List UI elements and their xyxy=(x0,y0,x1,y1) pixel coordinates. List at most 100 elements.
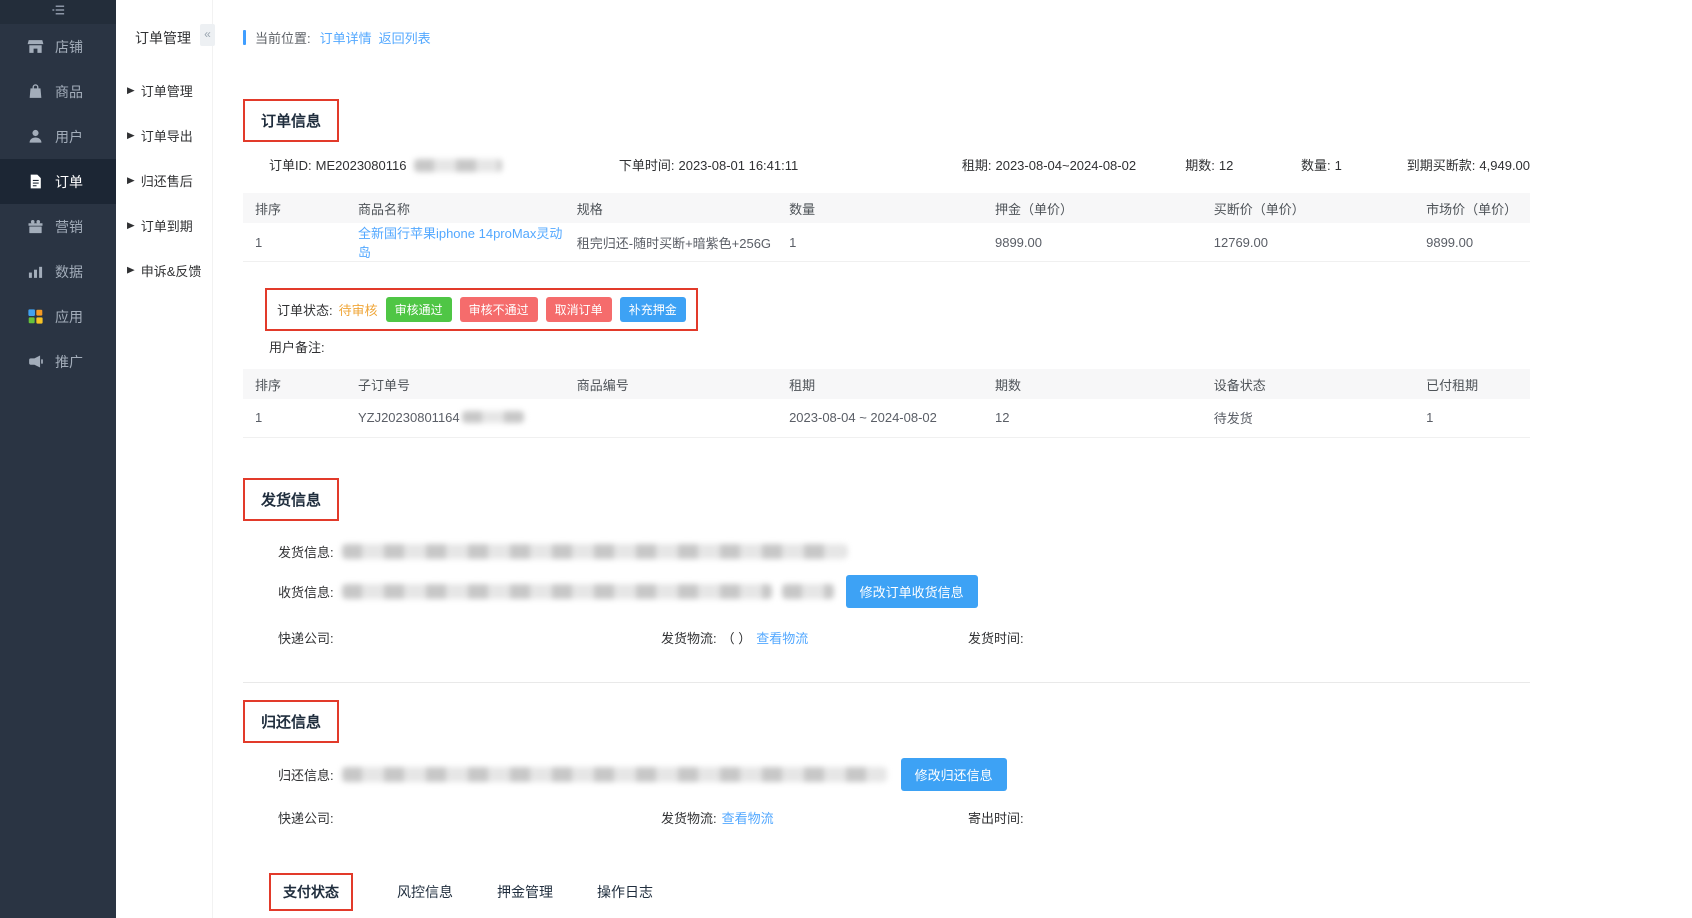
submenu-item-label: 订单到期 xyxy=(140,219,193,234)
view-logistics-link[interactable]: 查看物流 xyxy=(722,808,774,827)
ship-info-row: 发货信息: xyxy=(278,542,1530,561)
column-header: 商品名称 xyxy=(345,193,565,223)
edit-return-info-button[interactable]: 修改归还信息 xyxy=(900,757,1007,791)
sidebar-item-label: 店铺 xyxy=(55,38,83,55)
caret-right-icon: ▶ xyxy=(127,85,135,96)
submenu-item-label: 申诉&反馈 xyxy=(140,264,202,279)
return-logistics-label: 发货物流: xyxy=(661,810,717,826)
approve-button[interactable]: 审核通过 xyxy=(385,297,452,322)
sidebar-item-apps[interactable]: 应用 xyxy=(0,294,116,339)
buyout-amount: 到期买断款: 4,949.00 xyxy=(1407,155,1530,174)
data-icon xyxy=(26,263,44,281)
view-logistics-link[interactable]: 查看物流 xyxy=(756,628,808,647)
redacted-return-info xyxy=(341,766,887,782)
submenu-item-order-expire[interactable]: ▶ 订单到期 xyxy=(116,203,212,248)
suborder-table-row: 1 YZJ20230801164 2023-08-04 ~ 2024-08-02… xyxy=(243,399,1530,438)
column-header: 买断价（单价） xyxy=(1201,193,1415,223)
submenu-item-return-aftersale[interactable]: ▶ 归还售后 xyxy=(116,158,212,203)
sidebar-item-label: 数据 xyxy=(55,263,83,280)
sidebar-item-label: 营销 xyxy=(55,218,83,235)
add-deposit-button[interactable]: 补充押金 xyxy=(619,297,686,322)
column-header: 期数 xyxy=(982,369,1202,399)
cell-sort: 1 xyxy=(243,223,346,262)
sidebar-item-marketing[interactable]: 营销 xyxy=(0,204,116,249)
column-header: 数量 xyxy=(777,193,983,223)
main-sidebar: 店铺 商品 用户 订单 营销 数据 应用 推广 xyxy=(0,0,116,918)
order-time-label: 下单时间: xyxy=(618,158,675,173)
sidebar-item-users[interactable]: 用户 xyxy=(0,114,116,159)
breadcrumb-prefix: 当前位置: xyxy=(255,31,311,46)
apps-icon xyxy=(26,308,44,326)
ship-logistics-row: 快递公司: 发货物流: （ ） 查看物流 发货时间: xyxy=(278,628,1530,647)
cell-market-price: 9899.00 xyxy=(1414,223,1530,262)
column-header: 市场价（单价） xyxy=(1414,193,1530,223)
order-time-value: 2023-08-01 16:41:11 xyxy=(678,158,799,173)
tab-deposit-manage[interactable]: 押金管理 xyxy=(497,882,553,902)
redacted-receive-info xyxy=(341,583,772,599)
cell-sort: 1 xyxy=(243,399,346,438)
promotion-icon xyxy=(26,353,44,371)
ship-time-label: 发货时间: xyxy=(968,630,1024,646)
lease-period-value: 2023-08-04~2024-08-02 xyxy=(995,158,1137,173)
cell-product-code xyxy=(564,399,778,438)
sidebar-item-shop[interactable]: 店铺 xyxy=(0,24,116,69)
redacted-receive-info-extra xyxy=(781,583,834,599)
goods-icon xyxy=(26,83,44,101)
period-count: 期数: 12 xyxy=(1185,155,1301,174)
product-table: 排序 商品名称 规格 数量 押金（单价） 买断价（单价） 市场价（单价） 1 全… xyxy=(243,193,1530,262)
ship-logistics-value: （ ） xyxy=(721,630,752,646)
receive-info-row: 收货信息: 修改订单收货信息 xyxy=(278,574,1530,608)
user-icon xyxy=(26,128,44,146)
buyout-amount-value: 4,949.00 xyxy=(1479,158,1531,173)
submenu-title: 订单管理 xyxy=(135,30,191,46)
breadcrumb-current-link[interactable]: 订单详情 xyxy=(320,28,372,47)
sidebar-item-label: 用户 xyxy=(55,128,83,145)
submenu-item-order-export[interactable]: ▶ 订单导出 xyxy=(116,113,212,158)
order-id-value: ME2023080116 xyxy=(315,158,407,173)
submenu-item-order-manage[interactable]: ▶ 订单管理 xyxy=(116,68,212,113)
cancel-order-button[interactable]: 取消订单 xyxy=(545,297,612,322)
courier-company-label: 快递公司: xyxy=(278,630,334,646)
column-header: 子订单号 xyxy=(345,369,565,399)
buyout-amount-label: 到期买断款: xyxy=(1406,158,1476,173)
caret-right-icon: ▶ xyxy=(127,220,135,231)
shipping-section-title: 发货信息 xyxy=(243,477,340,521)
submenu-item-appeal-feedback[interactable]: ▶ 申诉&反馈 xyxy=(116,248,212,293)
sidebar-item-data[interactable]: 数据 xyxy=(0,249,116,294)
return-info-label: 归还信息: xyxy=(278,767,334,783)
submenu-collapse-button[interactable]: « xyxy=(200,24,215,46)
main-content: 当前位置: 订单详情 返回列表 订单信息 订单ID: ME2023080116 下… xyxy=(213,0,1692,918)
submenu-item-label: 订单管理 xyxy=(140,84,193,99)
sidebar-item-orders[interactable]: 订单 xyxy=(0,159,116,204)
sidebar-item-label: 订单 xyxy=(55,173,83,190)
cell-buyout-price: 12769.00 xyxy=(1201,223,1415,262)
cell-lease-period: 2023-08-04 ~ 2024-08-02 xyxy=(777,399,983,438)
redacted-order-id-suffix xyxy=(414,159,503,172)
sidebar-item-label: 商品 xyxy=(55,83,83,100)
cell-suborder-id: YZJ20230801164 xyxy=(345,399,565,438)
edit-receive-info-button[interactable]: 修改订单收货信息 xyxy=(845,574,978,608)
sidebar-item-promotion[interactable]: 推广 xyxy=(0,339,116,384)
ship-info-label: 发货信息: xyxy=(278,544,334,560)
order-icon xyxy=(26,173,44,191)
reject-button[interactable]: 审核不通过 xyxy=(459,297,538,322)
sidebar-item-goods[interactable]: 商品 xyxy=(0,69,116,114)
quantity-label: 数量: xyxy=(1300,158,1331,173)
sent-time-label: 寄出时间: xyxy=(968,810,1024,826)
column-header: 排序 xyxy=(243,193,346,223)
sidebar-collapse-toggle[interactable] xyxy=(0,0,116,24)
order-status-row: 订单状态: 待审核 审核通过 审核不通过 取消订单 补充押金 xyxy=(265,288,698,331)
redacted-suborder-id-suffix xyxy=(461,411,524,424)
back-to-list-link[interactable]: 返回列表 xyxy=(379,28,431,47)
cell-paid-periods: 1 xyxy=(1414,399,1530,438)
tab-operation-log[interactable]: 操作日志 xyxy=(597,882,653,902)
order-submenu: 订单管理 ▶ 订单管理 ▶ 订单导出 ▶ 归还售后 ▶ 订单到期 ▶ 申诉&反馈 xyxy=(116,0,213,918)
tab-payment-status[interactable]: 支付状态 xyxy=(269,872,353,911)
suborder-id-value: YZJ20230801164 xyxy=(357,410,460,426)
courier-company-label: 快递公司: xyxy=(278,810,334,826)
breadcrumb: 当前位置: 订单详情 返回列表 xyxy=(243,28,1530,47)
tab-risk-info[interactable]: 风控信息 xyxy=(397,882,453,902)
sidebar-item-label: 应用 xyxy=(55,308,83,325)
product-name-link[interactable]: 全新国行苹果iphone 14proMax灵动岛 xyxy=(358,226,562,260)
quantity: 数量: 1 xyxy=(1301,155,1407,174)
